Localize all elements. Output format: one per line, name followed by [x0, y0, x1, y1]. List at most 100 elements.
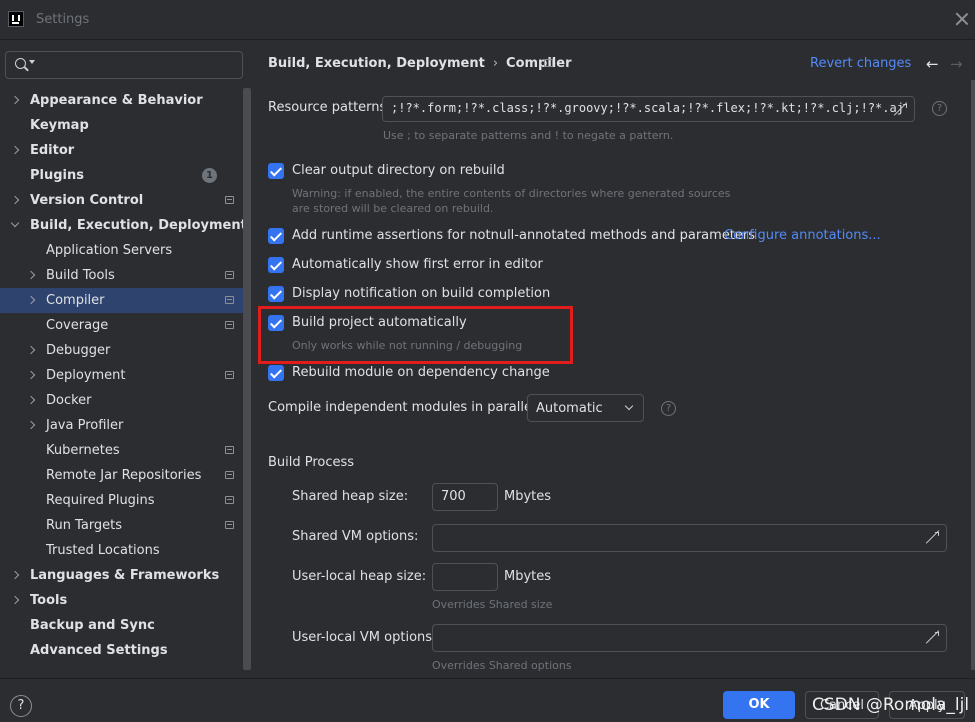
- back-arrow-icon[interactable]: ←: [926, 57, 939, 72]
- sidebar-item[interactable]: Keymap: [0, 113, 243, 138]
- sidebar-item[interactable]: Debugger: [0, 338, 243, 363]
- parallel-modules-value: Automatic: [536, 401, 603, 416]
- forward-arrow-icon[interactable]: →: [950, 57, 963, 72]
- chevron-right-icon[interactable]: [10, 145, 20, 155]
- search-options-caret-icon[interactable]: [29, 60, 35, 64]
- chevron-right-icon[interactable]: [26, 270, 36, 280]
- runtime-assertions-checkbox[interactable]: [268, 228, 284, 244]
- sidebar-item[interactable]: Plugins 1: [0, 163, 243, 188]
- sidebar-scrollbar[interactable]: [243, 88, 251, 670]
- sidebar-item-label: Backup and Sync: [30, 618, 155, 633]
- sidebar-item[interactable]: Compiler: [0, 288, 243, 313]
- rebuild-module-checkbox[interactable]: [268, 365, 284, 381]
- notify-completion-checkbox[interactable]: [268, 286, 284, 302]
- chevron-right-icon[interactable]: [26, 420, 36, 430]
- help-button[interactable]: ?: [10, 695, 32, 717]
- chevron-right-icon[interactable]: [26, 370, 36, 380]
- sidebar-item[interactable]: Run Targets: [0, 513, 243, 538]
- sidebar-item-label: Deployment: [46, 368, 126, 383]
- sidebar-item-label: Languages & Frameworks: [30, 568, 220, 583]
- sidebar-item-label: Application Servers: [46, 243, 173, 258]
- sidebar-item[interactable]: Kubernetes: [0, 438, 243, 463]
- chevron-right-icon[interactable]: [10, 595, 20, 605]
- shared-vm-input[interactable]: [432, 524, 947, 552]
- search-input[interactable]: [5, 51, 243, 79]
- sidebar-item-label: Compiler: [46, 293, 105, 308]
- settings-tree: Appearance & Behavior Keymap Editor Plugins…: [0, 88, 247, 663]
- configure-annotations-link[interactable]: Configure annotations...: [724, 228, 881, 243]
- help-icon[interactable]: ?: [661, 401, 676, 416]
- chevron-right-icon[interactable]: [10, 570, 20, 580]
- sidebar-item-label: Trusted Locations: [46, 543, 160, 558]
- sidebar-item[interactable]: Deployment: [0, 363, 243, 388]
- title-bar: Settings: [0, 0, 975, 40]
- chevron-down-icon[interactable]: [10, 218, 20, 228]
- search-icon: [15, 58, 26, 69]
- sidebar-item[interactable]: Required Plugins: [0, 488, 243, 513]
- sidebar-item-label: Remote Jar Repositories: [46, 468, 202, 483]
- content-scrollbar[interactable]: [971, 80, 975, 670]
- clear-output-warning-line1: Warning: if enabled, the entire contents…: [292, 187, 731, 200]
- sidebar-item[interactable]: Build Tools: [0, 263, 243, 288]
- shared-heap-label: Shared heap size:: [292, 489, 409, 504]
- sidebar-item[interactable]: Version Control: [0, 188, 243, 213]
- user-heap-label: User-local heap size:: [292, 569, 427, 584]
- shared-heap-unit: Mbytes: [504, 489, 552, 504]
- chevron-right-icon[interactable]: [10, 195, 20, 205]
- sidebar-item-label: Appearance & Behavior: [30, 93, 203, 108]
- shared-vm-label: Shared VM options:: [292, 529, 419, 544]
- shared-heap-input[interactable]: 700: [432, 483, 498, 511]
- expand-icon[interactable]: [926, 530, 940, 544]
- chevron-right-icon[interactable]: [10, 95, 20, 105]
- chevron-right-icon[interactable]: [26, 395, 36, 405]
- sidebar-item[interactable]: Application Servers: [0, 238, 243, 263]
- resource-patterns-input[interactable]: ;!?*.form;!?*.class;!?*.groovy;!?*.scala…: [382, 96, 915, 122]
- expand-icon[interactable]: [926, 630, 940, 644]
- sidebar-item[interactable]: Appearance & Behavior: [0, 88, 243, 113]
- sidebar-item[interactable]: Build, Execution, Deployment: [0, 213, 247, 238]
- chevron-right-icon[interactable]: [26, 295, 36, 305]
- revert-changes-link[interactable]: Revert changes: [810, 56, 911, 71]
- user-heap-input[interactable]: [432, 563, 498, 591]
- close-icon[interactable]: [955, 12, 969, 26]
- breadcrumb: Build, Execution, Deployment › Compiler: [268, 56, 572, 71]
- rebuild-module-label: Rebuild module on dependency change: [292, 365, 550, 380]
- resource-patterns-value: ;!?*.form;!?*.class;!?*.groovy;!?*.scala…: [391, 101, 904, 115]
- project-scope-icon: [225, 471, 234, 479]
- chevron-down-icon: [624, 401, 634, 411]
- user-heap-unit: Mbytes: [504, 569, 552, 584]
- sidebar-item[interactable]: Backup and Sync: [0, 613, 243, 638]
- sidebar-item-label: Build, Execution, Deployment: [30, 218, 247, 233]
- expand-icon[interactable]: [894, 102, 908, 116]
- user-vm-input[interactable]: [432, 624, 947, 652]
- sidebar-item[interactable]: Trusted Locations: [0, 538, 243, 563]
- sidebar-item[interactable]: Tools: [0, 588, 243, 613]
- sidebar-item[interactable]: Editor: [0, 138, 243, 163]
- clear-output-warning-line2: are stored will be cleared on rebuild.: [292, 202, 494, 215]
- chevron-right-icon[interactable]: [26, 345, 36, 355]
- sidebar-item-label: Editor: [30, 143, 75, 158]
- compiler-settings-panel: Build, Execution, Deployment › Compiler Re…: [252, 40, 975, 678]
- sidebar-item[interactable]: Docker: [0, 388, 243, 413]
- update-count-badge: 1: [202, 168, 217, 183]
- clear-output-label: Clear output directory on rebuild: [292, 163, 505, 178]
- clear-output-checkbox[interactable]: [268, 163, 284, 179]
- build-automatically-checkbox[interactable]: [268, 315, 284, 331]
- sidebar-item-label: Coverage: [46, 318, 109, 333]
- show-first-error-checkbox[interactable]: [268, 257, 284, 273]
- sidebar-item[interactable]: Advanced Settings: [0, 638, 243, 663]
- sidebar-item[interactable]: Remote Jar Repositories: [0, 463, 243, 488]
- project-scope-icon: [225, 521, 234, 529]
- settings-window: Settings Appearance & Behavior Keymap Edit…: [0, 0, 975, 722]
- runtime-assertions-label: Add runtime assertions for notnull-annot…: [292, 228, 756, 243]
- sidebar-item[interactable]: Languages & Frameworks: [0, 563, 243, 588]
- show-first-error-label: Automatically show first error in editor: [292, 257, 543, 272]
- sidebar-item-label: Docker: [46, 393, 92, 408]
- sidebar-item[interactable]: Java Profiler: [0, 413, 243, 438]
- sidebar-item[interactable]: Coverage: [0, 313, 243, 338]
- ok-button[interactable]: OK: [723, 691, 795, 719]
- help-icon[interactable]: ?: [932, 101, 947, 116]
- sidebar-item-label: Kubernetes: [46, 443, 120, 458]
- sidebar-item-label: Keymap: [30, 118, 89, 133]
- parallel-modules-select[interactable]: Automatic: [527, 394, 644, 422]
